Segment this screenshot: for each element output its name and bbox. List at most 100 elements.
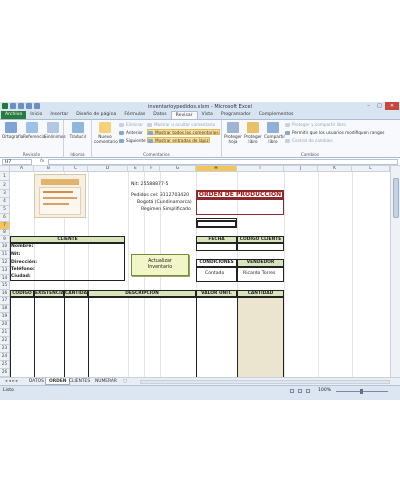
tab-insertar[interactable]: Insertar: [46, 111, 72, 119]
row-header-17[interactable]: 17: [0, 297, 10, 305]
logo-line: [43, 203, 69, 205]
name-box[interactable]: H7: [2, 159, 32, 165]
zoom-slider-thumb[interactable]: [360, 389, 363, 394]
row-header-5[interactable]: 5: [0, 206, 10, 214]
sheet-tab-datos[interactable]: DATOS: [26, 378, 47, 385]
compartir-libro-button[interactable]: Compartir libro: [264, 122, 285, 144]
siguiente-comentario-button[interactable]: Siguiente: [119, 138, 146, 144]
translate-icon: [72, 122, 84, 133]
proteger-hoja-button[interactable]: Proteger hoja: [224, 122, 242, 144]
group-revision: Ortografía Referencia Sinónimos Revisión: [0, 120, 66, 158]
row-header-19[interactable]: 19: [0, 313, 10, 321]
selected-cell-h7[interactable]: [196, 220, 237, 228]
column-header-e[interactable]: E: [128, 166, 144, 172]
column-header-f[interactable]: F: [144, 166, 160, 172]
eliminar-comentario-button[interactable]: Eliminar: [119, 122, 143, 128]
close-button[interactable]: ✕: [385, 102, 399, 110]
row-header-9[interactable]: 9: [0, 236, 10, 243]
scrollbar-thumb[interactable]: [393, 178, 399, 218]
tab-formulas[interactable]: Fórmulas: [120, 111, 149, 119]
row-header-15[interactable]: 15: [0, 282, 10, 290]
tab-inicio[interactable]: Inicio: [26, 111, 46, 119]
column-header-a[interactable]: A: [10, 166, 34, 172]
tab-complementos[interactable]: Complementos: [255, 111, 298, 119]
insert-sheet-icon[interactable]: ▢: [120, 378, 130, 385]
tab-archivo[interactable]: Archivo: [1, 111, 27, 119]
logo-stripe: [41, 179, 79, 185]
horizontal-scrollbar[interactable]: [140, 380, 390, 384]
fx-icon[interactable]: fx: [40, 159, 44, 164]
proteger-compartir-libro-button[interactable]: Proteger y compartir libro: [285, 122, 346, 128]
zoom-level[interactable]: 100%: [318, 388, 331, 393]
anterior-comentario-button[interactable]: Anterior: [119, 130, 143, 136]
column-header-i[interactable]: I: [237, 166, 284, 172]
tab-vista[interactable]: Vista: [198, 111, 217, 119]
row-header-18[interactable]: 18: [0, 305, 10, 313]
column-header-j[interactable]: J: [284, 166, 318, 172]
sheet-tab-numerar[interactable]: NUMERAR: [92, 378, 120, 385]
spelling-icon: [5, 122, 17, 133]
row-header-23[interactable]: 23: [0, 345, 10, 353]
row-header-21[interactable]: 21: [0, 329, 10, 337]
column-header-b[interactable]: B: [34, 166, 64, 172]
window-title: inventarioypedidos.xlsm - Microsoft Exce…: [148, 104, 252, 110]
row-header-7[interactable]: 7: [0, 222, 10, 230]
col-valor-unit-header: VALOR UNIT.: [196, 290, 237, 297]
vertical-scrollbar[interactable]: [390, 166, 400, 377]
formula-input[interactable]: [48, 159, 398, 165]
row-header-22[interactable]: 22: [0, 337, 10, 345]
tab-diseno-pagina[interactable]: Diseño de página: [72, 111, 120, 119]
row-header-11[interactable]: 11: [0, 251, 10, 259]
page-break-view-icon[interactable]: [306, 389, 310, 393]
control-cambios-button[interactable]: Control de cambios: [285, 138, 333, 144]
row-header-10[interactable]: 10: [0, 243, 10, 251]
row-header-25[interactable]: 25: [0, 361, 10, 369]
mostrar-entradas-lapiz-button[interactable]: Mostrar entradas de lápiz: [147, 137, 210, 143]
mostrar-todos-comentarios-button[interactable]: Mostrar todos los comentarios: [147, 129, 220, 135]
tab-programador[interactable]: Programador: [217, 111, 255, 119]
row-header-24[interactable]: 24: [0, 353, 10, 361]
row-header-12[interactable]: 12: [0, 259, 10, 267]
column-header-g[interactable]: G: [160, 166, 196, 172]
row-header-14[interactable]: 14: [0, 275, 10, 282]
actualizar-inventario-button[interactable]: Actualizar Inventario: [131, 254, 189, 276]
tab-revisar[interactable]: Revisar: [170, 111, 198, 119]
minimize-button[interactable]: –: [363, 102, 374, 110]
column-header-d[interactable]: D: [88, 166, 128, 172]
row-header-1[interactable]: 1: [0, 172, 10, 181]
normal-view-icon[interactable]: [290, 389, 294, 393]
fecha-cell[interactable]: [196, 243, 237, 251]
maximize-button[interactable]: □: [374, 102, 385, 110]
window-controls: – □ ✕: [363, 102, 399, 110]
tab-datos[interactable]: Datos: [149, 111, 170, 119]
sinonimos-button[interactable]: Sinónimos: [44, 122, 66, 139]
traducir-button[interactable]: Traducir: [69, 122, 87, 139]
group-label-cambios: Cambios: [300, 152, 320, 157]
row-header-6[interactable]: 6: [0, 214, 10, 222]
row-header-20[interactable]: 20: [0, 321, 10, 329]
row-header-13[interactable]: 13: [0, 267, 10, 275]
sheet-tab-clientes[interactable]: CLIENTES: [66, 378, 93, 385]
column-header-k[interactable]: K: [318, 166, 352, 172]
sheet-nav-arrows[interactable]: ◂ ◂ ▸ ▸: [2, 378, 21, 385]
codigo-cliente-cell[interactable]: [237, 243, 284, 251]
column-header-l[interactable]: L: [352, 166, 390, 172]
row-header-3[interactable]: 3: [0, 190, 10, 198]
row-header-16[interactable]: 16: [0, 290, 10, 297]
page-layout-view-icon[interactable]: [298, 389, 302, 393]
referencia-button[interactable]: Referencia: [23, 122, 45, 139]
ortografia-button[interactable]: Ortografía: [2, 122, 23, 139]
row-header-26[interactable]: 26: [0, 369, 10, 377]
column-header-c[interactable]: C: [64, 166, 88, 172]
ribbon-revisar: Ortografía Referencia Sinónimos Revisión…: [0, 119, 400, 158]
row-header-4[interactable]: 4: [0, 198, 10, 206]
row-header-2[interactable]: 2: [0, 181, 10, 190]
column-header-h[interactable]: H: [196, 166, 237, 172]
worksheet-grid[interactable]: A B C D E F G H I J K L 1 2 3 4 5 6 7 8 …: [0, 166, 390, 377]
mostrar-ocultar-comentario-button[interactable]: Mostrar u ocultar comentario: [147, 122, 215, 128]
permitir-modificar-rangos-button[interactable]: Permitir que los usuarios modifiquen ran…: [285, 130, 385, 136]
nuevo-comentario-button[interactable]: Nuevo comentario: [94, 122, 118, 144]
proteger-libro-button[interactable]: Proteger libro: [244, 122, 262, 144]
cliente-nit-label: Nit:: [11, 252, 21, 257]
sheet-tab-bar: ◂ ◂ ▸ ▸ DATOS ORDEN CLIENTES NUMERAR ▢: [0, 377, 400, 385]
